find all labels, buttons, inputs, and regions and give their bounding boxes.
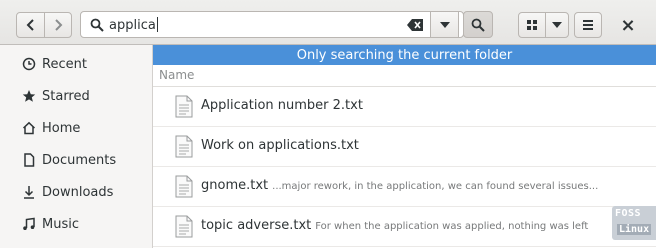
search-toggle-button[interactable] [463,11,493,38]
sidebar-item-recent[interactable]: Recent [0,49,152,79]
file-name: topic adverse.txt For when the applicatio… [201,218,588,233]
download-icon [21,184,37,200]
watermark-line2: Linux [617,224,652,235]
fosslinux-watermark: FOSS Linux [612,206,656,240]
text-file-icon [175,215,193,238]
search-icon [90,18,104,32]
search-input[interactable]: applica [80,11,464,38]
search-dropdown-button[interactable] [430,11,459,38]
file-row[interactable]: Work on applications.txt [153,127,656,167]
back-button[interactable] [16,12,45,38]
close-icon: × [620,14,636,36]
watermark-line1: FOSS [615,208,642,219]
file-name-text: gnome.txt [201,178,269,193]
text-file-icon [175,135,193,158]
star-icon [21,88,37,104]
grid-view-icon [527,20,537,30]
file-row[interactable]: gnome.txt ...major rework, in the applica… [153,167,656,207]
view-mode-button[interactable] [518,12,546,38]
view-options-button[interactable] [545,12,569,38]
clock-icon [21,56,37,72]
text-file-icon [175,95,193,118]
search-query: applica [109,17,158,33]
file-snippet: For when the application was applied, no… [315,221,589,232]
music-icon [21,216,37,232]
menu-button[interactable] [574,12,602,38]
sidebar-item-label: Recent [42,56,87,72]
sidebar-item-music[interactable]: Music [0,209,152,239]
forward-button[interactable] [44,12,72,38]
clear-text-icon[interactable] [407,19,423,31]
sidebar-item-label: Home [42,120,81,136]
sidebar: Recent Starred Home Documents Downloads … [0,45,153,248]
sidebar-item-downloads[interactable]: Downloads [0,177,152,207]
file-name-text: topic adverse.txt [201,218,312,233]
document-icon [21,152,37,168]
file-manager-window: applica × Recent Starred Home Documents … [0,0,656,248]
sidebar-item-label: Starred [42,88,90,104]
file-snippet: ...major rework, in the application, we … [272,181,599,192]
close-button[interactable]: × [616,12,640,38]
text-file-icon [175,175,193,198]
file-name: Application number 2.txt [201,98,363,113]
sidebar-item-label: Downloads [42,184,114,200]
sidebar-item-documents[interactable]: Documents [0,145,152,175]
header-bar: applica × [0,0,656,45]
file-row[interactable]: Application number 2.txt [153,87,656,127]
search-scope-banner: Only searching the current folder [153,45,656,65]
caret-down-icon [439,21,450,28]
sidebar-item-home[interactable]: Home [0,113,152,143]
chevron-right-icon [55,19,63,31]
file-row[interactable]: topic adverse.txt For when the applicatio… [153,207,656,247]
banner-text: Only searching the current folder [296,47,513,63]
home-icon [21,120,37,136]
column-header-label: Name [159,68,195,82]
file-name: gnome.txt ...major rework, in the applica… [201,178,598,193]
chevron-left-icon [26,19,34,31]
file-name: Work on applications.txt [201,138,359,153]
caret-down-icon [552,22,562,28]
sidebar-item-label: Documents [42,152,117,168]
column-header-name[interactable]: Name [153,65,656,87]
sidebar-item-starred[interactable]: Starred [0,81,152,111]
sidebar-item-label: Music [42,216,79,232]
hamburger-menu-icon [583,20,593,30]
search-icon [471,18,485,32]
